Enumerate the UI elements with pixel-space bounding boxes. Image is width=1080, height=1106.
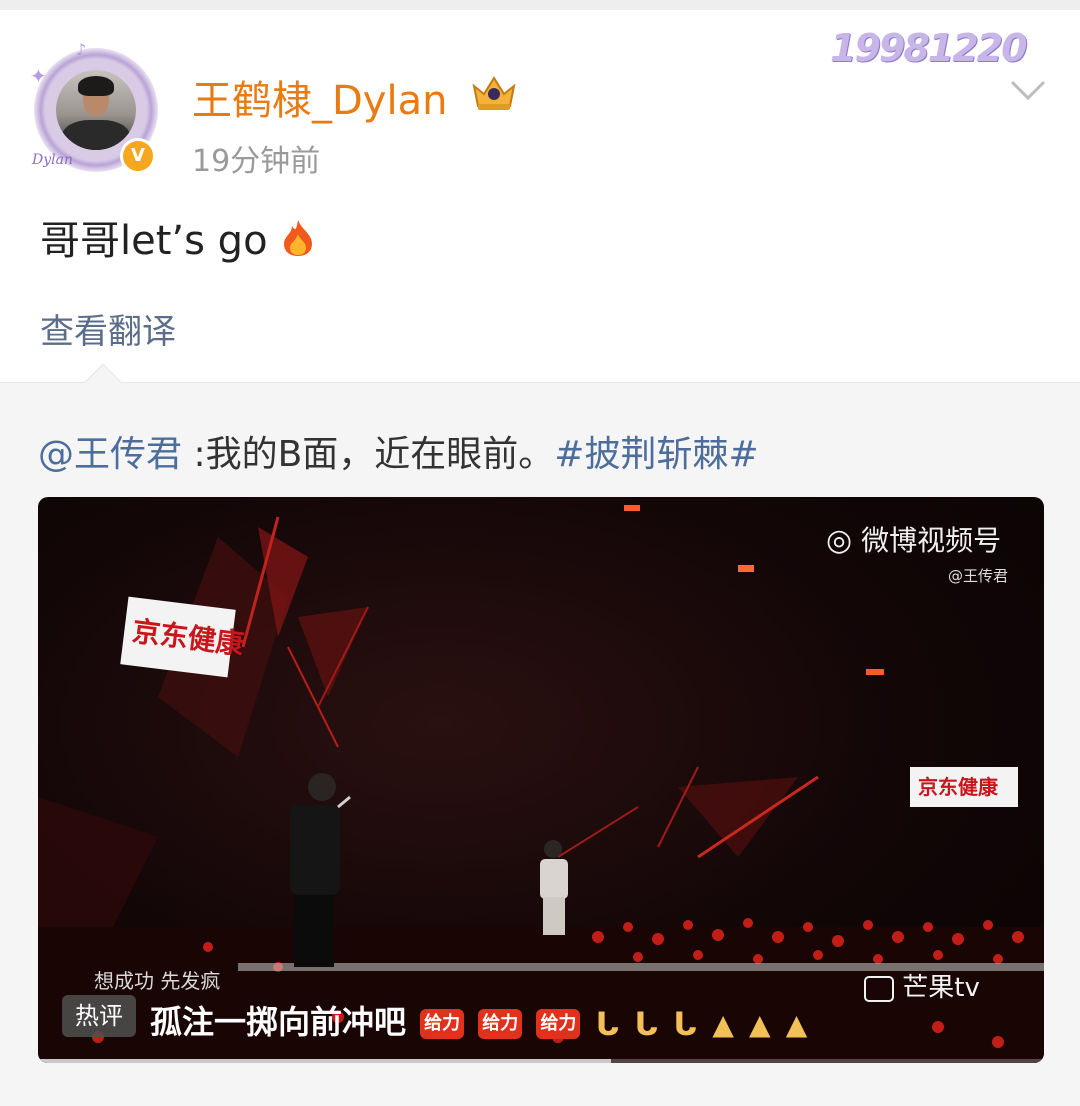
weibo-logo-icon: ◎	[826, 523, 853, 558]
flexed-biceps-icon: ᒐ	[595, 1005, 620, 1043]
mango-logo-text: 芒果tv	[902, 973, 980, 1003]
repost-text: @王传君 :我的B面，近在眼前。#披荆斩棘#	[38, 425, 759, 477]
profile-decoration: 19981220	[830, 26, 1028, 70]
power-tag-icon: 给力	[420, 1009, 465, 1039]
weibo-video-watermark: ◎ 微博视频号	[826, 519, 1001, 559]
star-icon: ✦	[30, 64, 47, 88]
mention-link[interactable]: @王传君	[38, 434, 182, 475]
post-card: ✦ ♪ Dylan V 王鹤棣_Dylan 19分钟前 19981220 哥哥l…	[0, 10, 1080, 382]
hot-comment-text: 孤注一掷向前冲吧	[150, 1003, 407, 1041]
repost-body: :我的B面，近在眼前。	[182, 434, 555, 475]
post-content: 哥哥let’s go	[40, 208, 316, 266]
watermark-handle: @王传君	[948, 567, 1009, 585]
mango-logo-icon	[864, 975, 894, 1002]
username[interactable]: 王鹤棣_Dylan	[192, 68, 447, 126]
chevron-down-icon[interactable]	[1008, 76, 1048, 104]
avatar-photo	[56, 70, 136, 150]
hashtag-link[interactable]: #披荆斩棘#	[554, 434, 758, 475]
top-separator	[0, 0, 1080, 10]
avatar-frame-text: Dylan	[32, 152, 73, 168]
thumbs-up-icon: ▲	[712, 1007, 734, 1041]
sponsor-sign: 京东健康	[910, 767, 1018, 807]
reposted-content[interactable]: @王传君 :我的B面，近在眼前。#披荆斩棘# 京东健康 京东健康 ◎ 微博视频号…	[0, 363, 1080, 1106]
hot-comment: 孤注一掷向前冲吧 给力 给力 给力 ᒐ ᒐ ᒐ ▲ ▲ ▲	[150, 997, 807, 1043]
verified-badge-icon: V	[120, 138, 156, 174]
translate-link[interactable]: 查看翻译	[40, 304, 176, 353]
watermark-text: 微博视频号	[861, 524, 1002, 557]
danmaku-text: 想成功 先发疯	[94, 969, 221, 993]
video-progress-fill	[38, 1059, 612, 1063]
hot-comment-badge: 热评	[62, 995, 136, 1037]
crown-badge-icon[interactable]	[470, 72, 518, 112]
fire-emoji-icon	[284, 220, 313, 256]
thumbs-up-icon: ▲	[785, 1007, 808, 1041]
power-tag-icon: 给力	[478, 1009, 523, 1039]
avatar[interactable]: ✦ ♪ Dylan V	[30, 40, 162, 180]
post-time: 19分钟前	[192, 144, 321, 179]
flexed-biceps-icon: ᒐ	[673, 1005, 698, 1043]
music-note-icon: ♪	[76, 40, 87, 59]
thumbs-up-icon: ▲	[749, 1007, 771, 1041]
flexed-biceps-icon: ᒐ	[634, 1005, 659, 1043]
video-player[interactable]: 京东健康 京东健康 ◎ 微博视频号 @王传君 芒果tv 想成功 先发疯 热评 孤…	[38, 497, 1044, 1063]
video-progress-bar[interactable]	[38, 1059, 1044, 1063]
power-tag-icon: 给力	[536, 1009, 581, 1039]
post-text: 哥哥let’s go	[40, 218, 268, 264]
sponsor-sign: 京东健康	[120, 596, 246, 678]
mango-tv-logo: 芒果tv	[864, 967, 980, 1004]
